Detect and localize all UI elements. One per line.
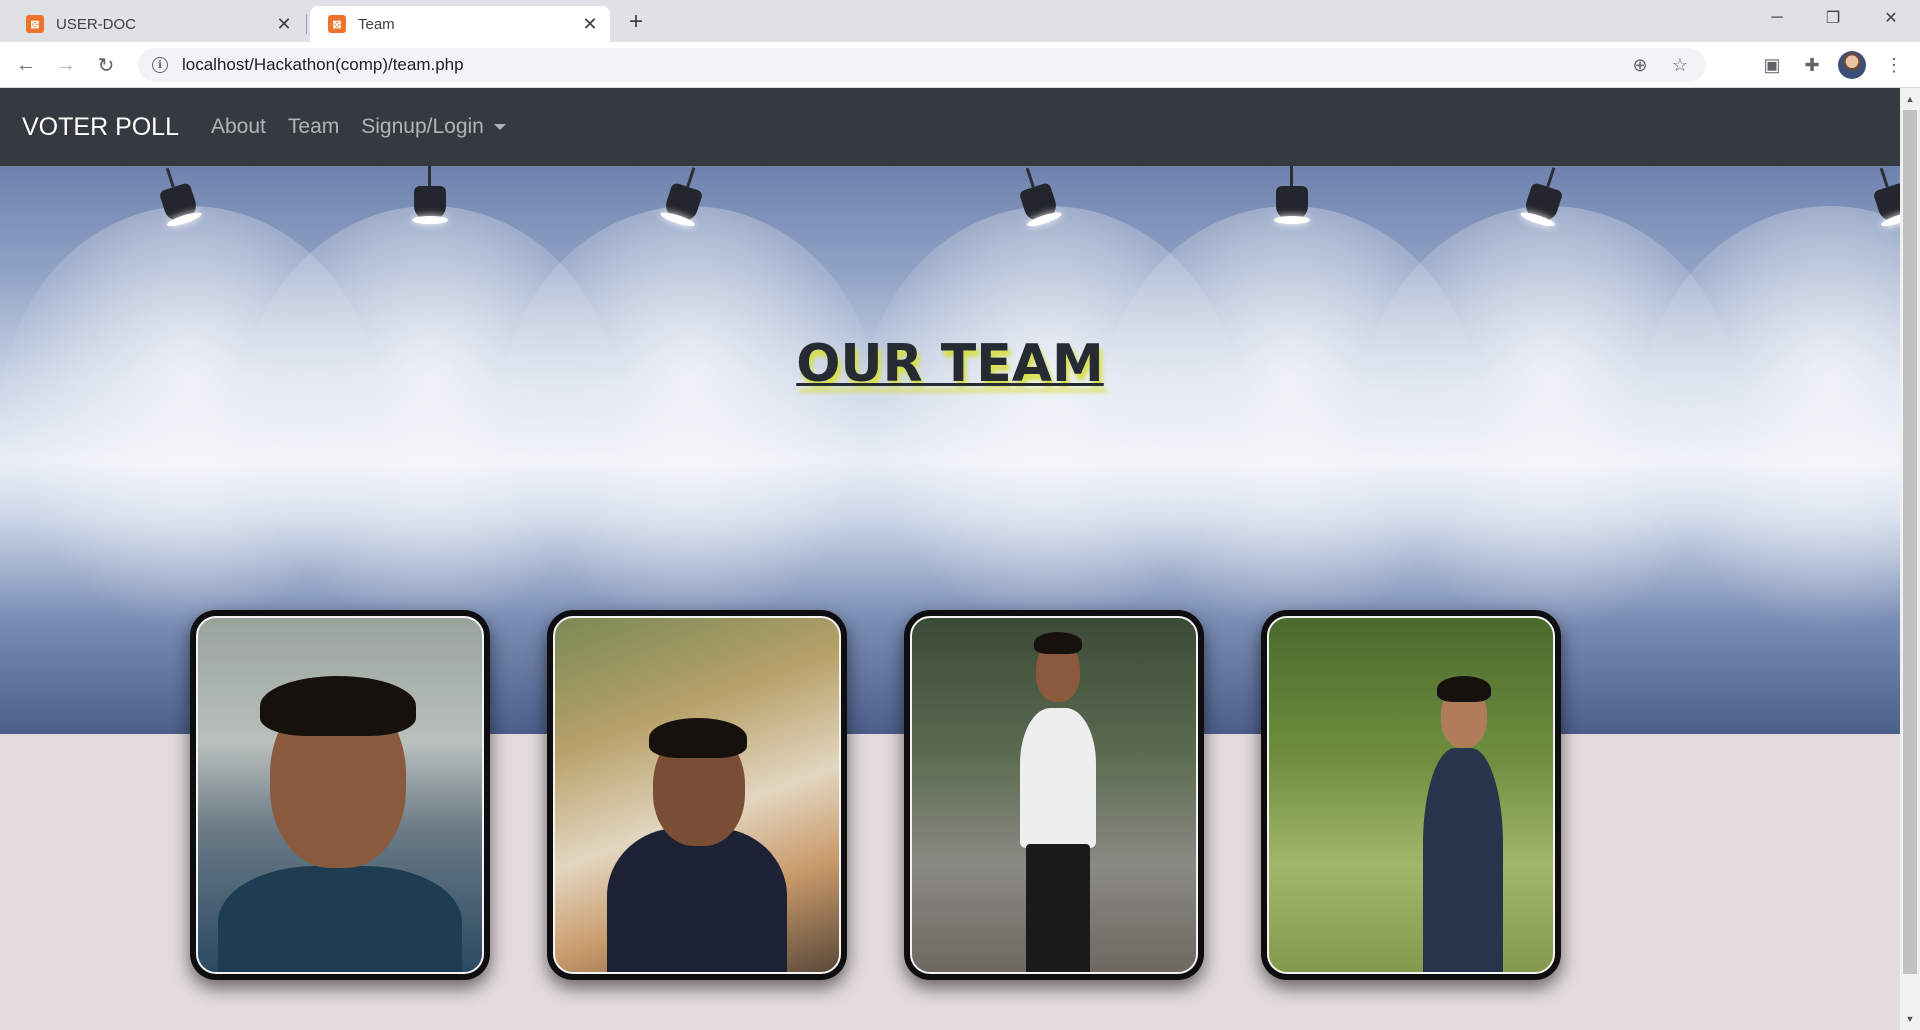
site-info-icon[interactable]: i — [152, 57, 168, 73]
url-text[interactable]: localhost/Hackathon(comp)/team.php — [182, 55, 1626, 75]
close-icon[interactable]: ✕ — [274, 14, 294, 34]
caret-down-icon — [493, 124, 506, 130]
xampp-icon: ⊠ — [26, 15, 44, 33]
profile-avatar[interactable] — [1838, 51, 1866, 79]
team-member-photo — [553, 616, 841, 974]
extensions-puzzle-icon[interactable]: ✚ — [1798, 51, 1826, 79]
browser-toolbar: ← → ↻ i localhost/Hackathon(comp)/team.p… — [0, 42, 1920, 88]
nav-dropdown-signup-login[interactable]: Signup/Login — [361, 115, 506, 139]
page-title: OUR TEAM — [796, 334, 1104, 394]
bookmark-star-icon[interactable]: ☆ — [1666, 51, 1694, 79]
browser-tabstrip: ⊠ USER-DOC ✕ ⊠ Team ✕ + ─ ❐ ✕ — [0, 0, 1920, 42]
nav-link-team[interactable]: Team — [288, 115, 339, 139]
new-tab-button[interactable]: + — [622, 8, 650, 36]
scroll-down-arrow-icon[interactable]: ▼ — [1900, 1010, 1920, 1028]
close-icon[interactable]: ✕ — [580, 14, 600, 34]
browser-tab-team[interactable]: ⊠ Team ✕ — [310, 6, 610, 42]
scrollbar-thumb[interactable] — [1903, 110, 1917, 974]
brand-logo-text[interactable]: VOTER POLL — [22, 113, 179, 142]
site-navbar: VOTER POLL About Team Signup/Login — [0, 88, 1900, 166]
vertical-scrollbar[interactable]: ▲ ▼ — [1900, 88, 1920, 1030]
team-member-photo — [1267, 616, 1555, 974]
nav-link-label: Team — [287, 115, 340, 138]
tab-separator — [306, 14, 307, 34]
tab-title: Team — [358, 15, 395, 33]
team-member-card[interactable] — [190, 610, 490, 980]
nav-link-about[interactable]: About — [211, 115, 266, 139]
address-bar[interactable]: i localhost/Hackathon(comp)/team.php ⊕ ☆ — [138, 48, 1706, 82]
spotlight-lamp-icon — [1270, 166, 1314, 246]
nav-link-label: Signup/Login — [361, 115, 484, 138]
xampp-icon: ⊠ — [328, 15, 346, 33]
minimize-button[interactable]: ─ — [1752, 0, 1802, 36]
restore-button[interactable]: ❐ — [1808, 0, 1858, 36]
browser-tab-user-doc[interactable]: ⊠ USER-DOC ✕ — [8, 6, 304, 42]
tab-title: USER-DOC — [56, 15, 137, 33]
team-member-photo — [196, 616, 484, 974]
forward-arrow-icon[interactable]: → — [52, 51, 80, 79]
team-member-photo — [910, 616, 1198, 974]
team-cards — [0, 610, 1900, 980]
extension-icon[interactable]: ▣ — [1758, 51, 1786, 79]
reload-icon[interactable]: ↻ — [92, 51, 120, 79]
nav-link-label: About — [211, 115, 266, 138]
team-member-card[interactable] — [547, 610, 847, 980]
team-member-card[interactable] — [904, 610, 1204, 980]
close-window-button[interactable]: ✕ — [1866, 0, 1916, 36]
page-viewport: VOTER POLL About Team Signup/Login OUR T… — [0, 88, 1900, 1030]
menu-kebab-icon[interactable]: ⋮ — [1880, 51, 1908, 79]
team-member-card[interactable] — [1261, 610, 1561, 980]
spotlight-beam — [500, 206, 880, 626]
zoom-icon[interactable]: ⊕ — [1626, 51, 1654, 79]
scroll-up-arrow-icon[interactable]: ▲ — [1900, 90, 1920, 108]
back-arrow-icon[interactable]: ← — [12, 51, 40, 79]
spotlight-lamp-icon — [408, 166, 452, 246]
